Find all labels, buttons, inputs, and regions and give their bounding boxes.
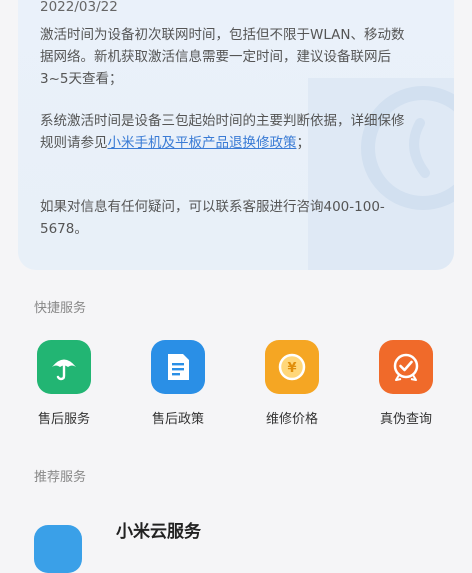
svg-text:¥: ¥ (287, 361, 296, 376)
service-label: 售后政策 (151, 412, 204, 427)
warranty-note-suffix: ； (296, 135, 311, 151)
service-label: 售后服务 (37, 412, 90, 427)
cloud-service-icon (34, 525, 82, 573)
service-label: 维修价格 (265, 412, 318, 427)
yen-coin-icon: ¥ (265, 340, 319, 394)
return-policy-link[interactable]: 小米手机及平板产品退换修政策 (108, 135, 297, 151)
service-authenticity-check[interactable]: 真伪查询 (361, 340, 451, 427)
recommended-item-cloud[interactable]: 小米云服务 (34, 505, 472, 573)
verified-badge-icon (379, 340, 433, 394)
quick-services-title: 快捷服务 (34, 301, 87, 316)
service-policy[interactable]: 售后政策 (133, 340, 223, 427)
quick-services-grid: 售后服务 售后政策 ¥ 维修价格 真伪查询 (0, 340, 472, 440)
document-icon (151, 340, 205, 394)
service-label: 真伪查询 (379, 412, 432, 427)
activation-date: 2022/03/22 (40, 0, 118, 15)
service-repair-price[interactable]: ¥ 维修价格 (247, 340, 337, 427)
decorative-phone-icon (308, 78, 454, 270)
activation-info-card: 2022/03/22 激活时间为设备初次联网时间，包括但不限于WLAN、移动数据… (18, 0, 454, 270)
service-after-sales[interactable]: 售后服务 (19, 340, 109, 427)
recommended-services-title: 推荐服务 (34, 470, 87, 485)
umbrella-icon (37, 340, 91, 394)
warranty-note: 系统激活时间是设备三包起始时间的主要判断依据，详细保修规则请参见小米手机及平板产… (40, 110, 410, 154)
contact-note: 如果对信息有任何疑问，可以联系客服进行咨询400-100-5678。 (40, 199, 385, 237)
activation-note: 激活时间为设备初次联网时间，包括但不限于WLAN、移动数据网络。新机获取激活信息… (40, 27, 405, 87)
